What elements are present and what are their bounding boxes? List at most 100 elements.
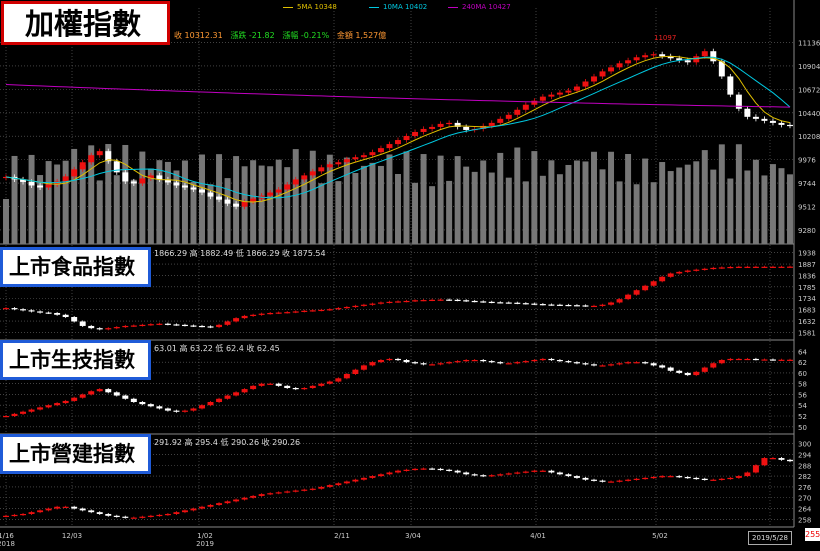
- candle-body: [139, 178, 146, 184]
- price-tick-label: 11136: [798, 40, 820, 48]
- volume-bar: [301, 179, 308, 244]
- candle-body: [787, 124, 793, 127]
- candle-body: [233, 318, 240, 322]
- candle-body: [199, 325, 205, 328]
- candle-body: [318, 309, 325, 312]
- candle-body: [752, 465, 759, 473]
- price-tick-label: 10208: [798, 133, 820, 141]
- candle-body: [505, 114, 512, 119]
- candle-body: [301, 388, 308, 390]
- candle-body: [608, 302, 615, 305]
- candle-body: [377, 360, 384, 363]
- candle-body: [71, 506, 78, 509]
- date-tick-label: 1/16: [0, 532, 14, 540]
- current-date-box: 2019/5/28: [748, 531, 792, 545]
- volume-bar: [113, 175, 120, 244]
- candle-body: [301, 310, 308, 312]
- candle-body: [488, 475, 495, 477]
- candle-body: [207, 192, 214, 197]
- candle-body: [28, 310, 35, 312]
- candle-body: [463, 360, 470, 362]
- candle-body: [96, 328, 103, 330]
- volume-bar: [343, 157, 350, 244]
- candle-body: [642, 285, 649, 291]
- candle-body: [369, 152, 376, 156]
- candle-body: [761, 118, 768, 121]
- candle-body: [488, 301, 495, 304]
- volume-bar: [403, 151, 410, 244]
- candle-body: [343, 374, 350, 379]
- candle-body: [360, 304, 367, 306]
- volume-bars: [3, 144, 793, 244]
- candle-body: [778, 122, 785, 125]
- candle-body: [429, 126, 436, 129]
- volume-bar: [139, 151, 146, 244]
- candle-body: [727, 266, 734, 269]
- candle-body: [216, 503, 223, 505]
- candle-body: [369, 362, 376, 366]
- candle-body: [787, 459, 793, 462]
- candle-body: [429, 299, 436, 302]
- candle-body: [275, 312, 282, 314]
- candle-body: [37, 407, 44, 410]
- candle-body: [275, 383, 282, 386]
- volume-bar: [275, 159, 282, 244]
- candle-body: [539, 96, 546, 101]
- candle-body: [45, 405, 52, 408]
- candle-body: [718, 267, 725, 269]
- bio-price-info: 63.01 高 63.22 低 62.4 收 62.45: [154, 344, 280, 353]
- candle-body: [173, 324, 180, 326]
- candle-body: [539, 304, 546, 306]
- price-tick-label: 264: [798, 506, 812, 514]
- volume-bar: [122, 144, 129, 244]
- candle-body: [233, 499, 240, 502]
- candle-body: [599, 71, 606, 77]
- candle-body: [403, 300, 410, 303]
- volume-bar: [676, 167, 683, 244]
- candle-body: [591, 76, 597, 82]
- candle-body: [241, 497, 248, 500]
- candle-body: [284, 491, 291, 493]
- candle-body: [616, 363, 623, 365]
- volume-bar: [752, 159, 759, 244]
- candle-body: [37, 510, 44, 513]
- volume-bar: [352, 173, 359, 244]
- candle-body: [539, 470, 546, 472]
- candle-body: [343, 481, 350, 484]
- candle-body: [744, 358, 751, 361]
- date-tick-label: 4/01: [530, 532, 546, 540]
- volume-bar: [667, 171, 674, 244]
- candle-body: [105, 328, 112, 330]
- candle-body: [96, 151, 103, 156]
- candle-body: [318, 486, 325, 489]
- candle-body: [718, 478, 725, 480]
- volume-bar: [701, 150, 708, 244]
- volume-bar: [96, 180, 103, 244]
- candle-body: [156, 514, 163, 517]
- volume-bar: [386, 154, 393, 244]
- candle-body: [684, 270, 691, 272]
- price-tick-label: 9280: [798, 227, 816, 235]
- candle-body: [608, 67, 615, 72]
- candle-body: [531, 360, 538, 362]
- candle-body: [556, 472, 563, 475]
- candle-body: [173, 182, 180, 186]
- candle-body: [582, 363, 589, 365]
- candle-body: [429, 468, 436, 470]
- candle-body: [701, 478, 708, 480]
- candle-body: [360, 365, 367, 370]
- candle-body: [718, 360, 725, 364]
- candle-body: [173, 512, 180, 514]
- candle-body: [207, 504, 214, 507]
- candle-body: [727, 76, 734, 95]
- volume-bar: [318, 183, 325, 244]
- candle-body: [96, 512, 103, 514]
- candle-body: [318, 167, 325, 172]
- candle-body: [684, 476, 691, 479]
- candle-body: [548, 358, 555, 361]
- candle-body: [446, 122, 453, 125]
- peak-label: 11097: [654, 34, 677, 42]
- candle-body: [463, 472, 470, 475]
- candle-body: [446, 299, 453, 301]
- ma240-line: [5, 84, 791, 108]
